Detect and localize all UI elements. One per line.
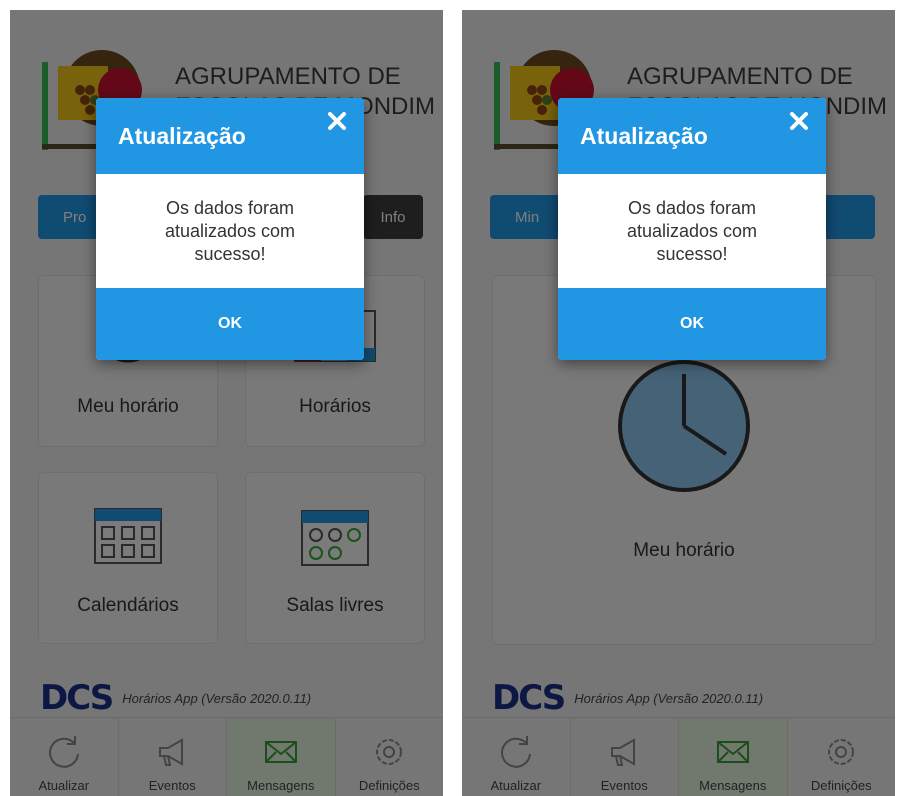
update-dialog: Atualização Os dados foram atualizados c… bbox=[558, 98, 826, 360]
dialog-title: Atualização bbox=[118, 123, 246, 149]
ok-button[interactable]: OK bbox=[96, 288, 364, 360]
app-screen-right: AGRUPAMENTO DE ESCOLAS DE MONDIM Min Meu… bbox=[462, 10, 895, 796]
update-dialog: Atualização Os dados foram atualizados c… bbox=[96, 98, 364, 360]
close-icon[interactable] bbox=[786, 108, 812, 134]
dialog-body: Os dados foram atualizados com sucesso! bbox=[558, 174, 826, 288]
dialog-header: Atualização bbox=[558, 98, 826, 174]
dialog-header: Atualização bbox=[96, 98, 364, 174]
close-icon[interactable] bbox=[324, 108, 350, 134]
ok-button[interactable]: OK bbox=[558, 288, 826, 360]
dialog-body: Os dados foram atualizados com sucesso! bbox=[96, 174, 364, 288]
app-screen-left: AGRUPAMENTO DE ESCOLAS DE MONDIM Pro Inf… bbox=[10, 10, 443, 796]
dialog-message: Os dados foram atualizados com sucesso! bbox=[626, 197, 758, 264]
dialog-title: Atualização bbox=[580, 123, 708, 149]
dialog-message: Os dados foram atualizados com sucesso! bbox=[164, 197, 296, 264]
